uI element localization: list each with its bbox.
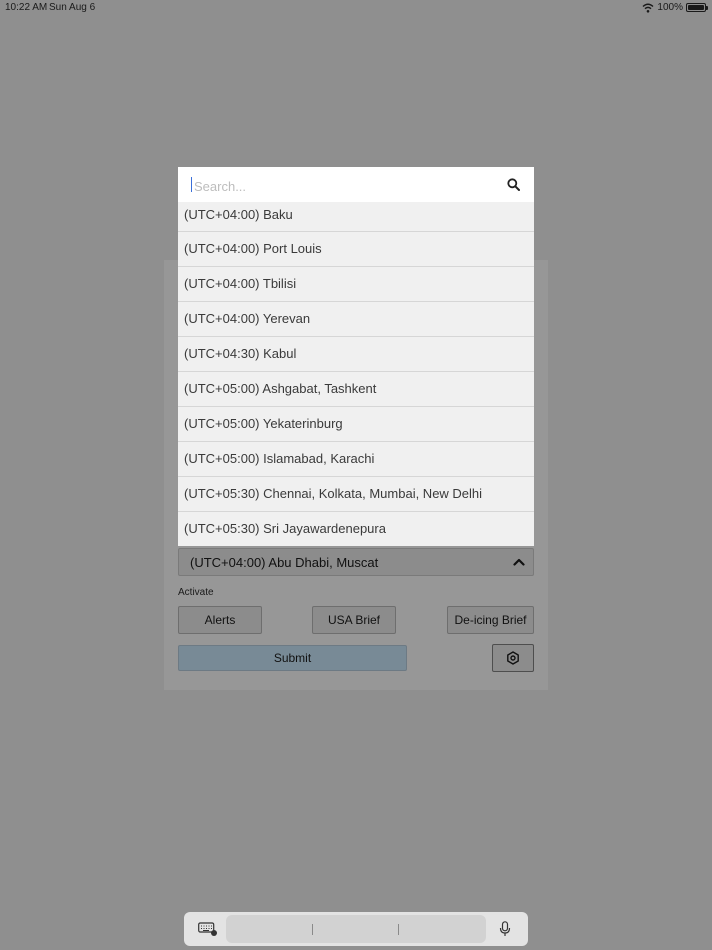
- search-icon[interactable]: [507, 178, 520, 191]
- timezone-dropdown: (UTC+04:00) Baku (UTC+04:00) Port Louis …: [178, 167, 534, 546]
- status-date: Sun Aug 6: [49, 2, 96, 13]
- hexagon-gear-icon: [507, 651, 519, 665]
- timezone-option[interactable]: (UTC+04:00) Tbilisi: [178, 267, 534, 302]
- suggestion-divider: [312, 924, 313, 935]
- timezone-options: (UTC+04:00) Baku (UTC+04:00) Port Louis …: [178, 202, 534, 546]
- microphone-icon[interactable]: [499, 921, 511, 937]
- timezone-select[interactable]: (UTC+04:00) Abu Dhabi, Muscat: [178, 548, 534, 576]
- battery-icon: [686, 3, 708, 12]
- timezone-option[interactable]: (UTC+04:00) Baku: [178, 202, 534, 232]
- timezone-option[interactable]: (UTC+05:00) Yekaterinburg: [178, 407, 534, 442]
- timezone-option[interactable]: (UTC+04:30) Kabul: [178, 337, 534, 372]
- timezone-option[interactable]: (UTC+04:00) Port Louis: [178, 232, 534, 267]
- timezone-option[interactable]: (UTC+05:30) Sri Jayawardenepura: [178, 512, 534, 546]
- timezone-option[interactable]: (UTC+05:30) Chennai, Kolkata, Mumbai, Ne…: [178, 477, 534, 512]
- usa-brief-button[interactable]: USA Brief: [312, 606, 396, 634]
- timezone-option[interactable]: (UTC+04:00) Yerevan: [178, 302, 534, 337]
- timezone-option[interactable]: (UTC+05:00) Islamabad, Karachi: [178, 442, 534, 477]
- chevron-up-icon: [513, 558, 525, 566]
- status-bar: 10:22 AM Sun Aug 6 100%: [0, 0, 712, 16]
- activate-label: Activate: [178, 587, 214, 598]
- text-caret: [191, 177, 192, 192]
- keyboard-icon[interactable]: [198, 922, 218, 936]
- timezone-select-value: (UTC+04:00) Abu Dhabi, Muscat: [190, 555, 379, 570]
- settings-button[interactable]: [492, 644, 534, 672]
- search-input[interactable]: [192, 175, 496, 197]
- submit-button[interactable]: Submit: [178, 645, 407, 671]
- deicing-brief-button[interactable]: De-icing Brief: [447, 606, 534, 634]
- wifi-icon: [642, 3, 654, 13]
- status-right: 100%: [642, 2, 708, 13]
- keyboard-suggestions[interactable]: [226, 915, 486, 943]
- timezone-option[interactable]: (UTC+05:00) Ashgabat, Tashkent: [178, 372, 534, 407]
- status-time: 10:22 AM: [5, 2, 48, 13]
- suggestion-divider: [398, 924, 399, 935]
- battery-percent: 100%: [657, 2, 683, 13]
- search-bar: [178, 167, 534, 202]
- alerts-button[interactable]: Alerts: [178, 606, 262, 634]
- keyboard-shortcut-bar: [184, 912, 528, 946]
